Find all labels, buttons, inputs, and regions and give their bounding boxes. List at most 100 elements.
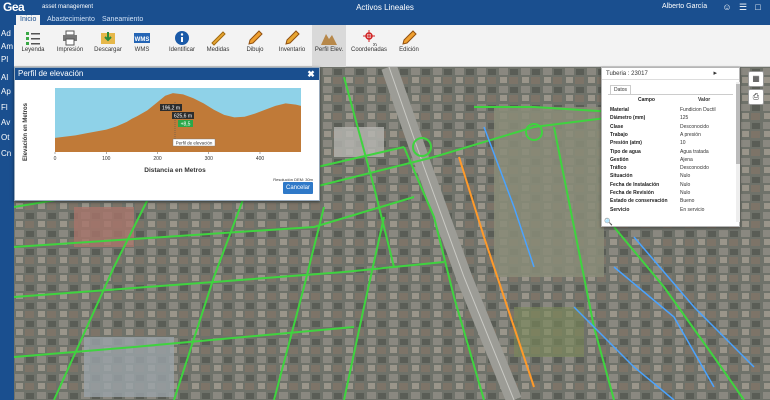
print-button[interactable]: Impresión [53,25,87,67]
elevation-chart: 0 100 200 300 400 Elevación en Metros Distan… [23,88,314,182]
ribbon-toolbar: Leyenda Impresión Descargar WMS WMS Iden… [14,25,770,67]
download-icon [101,32,115,44]
measure-button[interactable]: Medidas [204,25,232,67]
table-row: Presión (atm) 10 [608,140,733,147]
tab-bar: Inicio Abastecimiento Saneamiento [0,14,770,25]
table-row: Fecha de Revisión Nulo [608,190,733,197]
edit-button[interactable]: Edición [394,25,424,67]
sidebar-item-ot[interactable]: Ot [1,133,9,142]
legend-label: Leyenda [21,47,45,53]
inventory-button[interactable]: Inventario [276,25,308,67]
menu-icon[interactable]: ☰ [738,2,748,12]
ruler-icon [211,31,226,46]
title-bar: Gea asset management Activos Lineales Al… [0,0,770,14]
draw-button[interactable]: Dibujo [242,25,268,67]
field-value: Bueno [680,198,695,205]
field-value: Desconocido [680,165,709,172]
field-name: Tipo de agua [610,148,641,155]
table-row: Estado de conservación Bueno [608,198,733,205]
table-row: Diámetro (mm) 125 [608,115,733,122]
field-value: 10 [680,140,686,147]
table-row: Material Fundicion Ductil [608,107,733,114]
download-button[interactable]: Descargar [92,25,124,67]
identify-label: Identificar [168,47,195,53]
sidebar-item-al[interactable]: Al [1,73,8,82]
inventory-label: Inventario [278,47,306,53]
field-name: Estado de conservación [610,198,668,205]
field-name: Diámetro (mm) [610,115,646,122]
next-feature-icon[interactable]: ▸ [713,68,717,80]
wms-button[interactable]: WMS WMS [129,25,155,67]
layers-panel-button[interactable]: ▦ [748,71,764,87]
field-value: A presión [680,131,701,138]
sidebar-item-pl[interactable]: Pl [1,55,8,64]
legend-icon [26,32,40,45]
column-header-value: Valor [698,97,711,103]
pencil-icon [248,30,263,45]
table-row: Tipo de agua Agua tratada [608,149,733,156]
tab-inicio[interactable]: Inicio [16,15,41,25]
tooltip-delta: +8,5 [181,122,191,128]
svg-text:WMS: WMS [135,37,150,43]
cancel-button[interactable]: Cancelar [283,182,313,194]
elevation-profile-label: Perfil Elev. [314,47,344,53]
wms-label: WMS [134,47,150,53]
table-row: Gestión Ajena [608,157,733,164]
zoom-to-feature-icon[interactable]: 🔍 [604,218,613,226]
user-name[interactable]: Alberto García [662,3,707,10]
x-tick-label: 100 [102,156,111,162]
tab-datos[interactable]: Datos [610,85,632,94]
table-row: Servicio En servicio [608,207,733,214]
wms-icon: WMS [134,33,150,43]
chart-x-label: Distancia en Metros [144,167,206,174]
coordinates-icon: xy [363,30,377,46]
download-label: Descargar [94,47,122,53]
column-header-field: Campo [638,97,655,103]
printer-icon [63,30,77,46]
attribute-table: Campo Valor Material Fundicion Ductil Diám… [608,94,733,219]
print-label: Impresión [56,47,84,53]
coordinates-label: Coordenadas [350,47,388,53]
user-profile-icon[interactable]: ☺ [722,2,732,12]
table-row: Clase Desconocido [608,124,733,131]
field-name: Situación [610,173,633,180]
inventory-icon [285,30,300,45]
field-value: Fundicion Ductil [680,107,716,113]
measure-label: Medidas [206,47,230,53]
tab-saneamiento[interactable]: Saneamiento [98,15,147,25]
print-map-button[interactable]: ⎙ [748,89,764,105]
tab-abastecimiento[interactable]: Abastecimiento [43,15,99,25]
edit-label: Edición [399,47,419,53]
sidebar-item-ad[interactable]: Ad [1,29,11,38]
legend-button[interactable]: Leyenda [18,25,48,67]
panel-scrollbar[interactable] [736,82,740,222]
layer-sidebar: Ad Am Pl Al Ap Fl Av Ot Cn [0,25,14,400]
field-name: Material [610,107,629,113]
sidebar-item-cn[interactable]: Cn [1,149,11,158]
elevation-profile-dialog: Perfil de elevación ✖ 0 100 200 300 400 Elev… [14,67,320,201]
field-value: 125 [680,115,689,122]
coordinates-button[interactable]: xy Coordenadas [350,25,388,67]
info-icon [175,31,189,45]
feature-info-panel: Tuberia : 23017 ▸ Datos Campo Valor Mate… [601,67,740,227]
x-tick-label: 200 [153,156,162,162]
field-value: Nulo [680,190,691,196]
identify-button[interactable]: Identificar [167,25,197,67]
sidebar-item-am[interactable]: Am [1,42,13,51]
elevation-profile-button[interactable]: Perfil Elev. [312,25,346,67]
window-icon[interactable]: □ [753,2,763,12]
field-name: Tráfico [610,165,627,172]
field-value: Desconocido [680,123,709,130]
field-value: Nulo [680,181,691,188]
field-name: Gestión [610,156,629,163]
sidebar-item-av[interactable]: Av [1,118,10,127]
field-name: Presión (atm) [610,140,642,147]
close-icon[interactable]: ✖ [306,68,316,80]
sidebar-item-ap[interactable]: Ap [1,87,11,96]
svg-text:xy: xy [373,42,377,46]
sidebar-item-fl[interactable]: Fl [1,103,8,112]
field-value: Nulo [680,173,691,180]
field-name: Fecha de Instalación [610,181,660,188]
field-name: Clase [610,123,624,130]
field-value: Agua tratada [680,148,709,155]
